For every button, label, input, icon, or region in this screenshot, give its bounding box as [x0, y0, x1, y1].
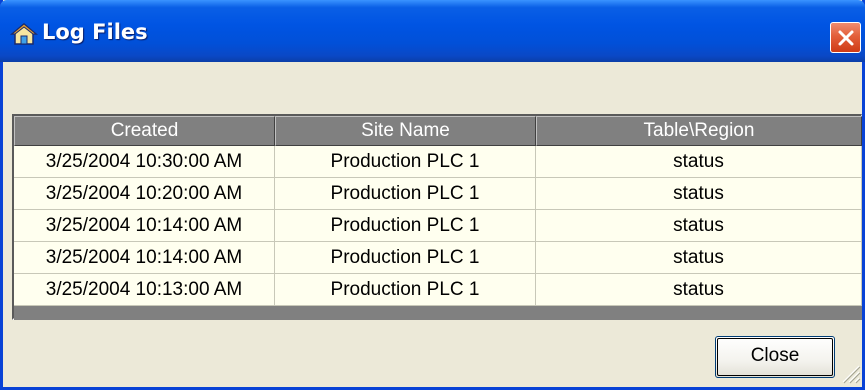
house-icon	[9, 22, 39, 46]
cell-site-name: Production PLC 1	[275, 146, 536, 178]
window-title: Log Files	[42, 20, 148, 44]
cell-created: 3/25/2004 10:14:00 AM	[14, 210, 275, 242]
grid-empty-area	[14, 306, 862, 320]
column-header-created[interactable]: Created	[14, 116, 275, 146]
table-row[interactable]: 3/25/2004 10:13:00 AM Production PLC 1 s…	[14, 274, 862, 306]
cell-table-region: status	[536, 274, 862, 306]
cell-site-name: Production PLC 1	[275, 274, 536, 306]
column-header-table-region[interactable]: Table\Region	[536, 116, 862, 146]
title-bar[interactable]: Log Files	[0, 0, 865, 62]
log-files-window: Log Files Created Site Name Table\Region…	[0, 0, 865, 390]
table-row[interactable]: 3/25/2004 10:14:00 AM Production PLC 1 s…	[14, 242, 862, 274]
table-row[interactable]: 3/25/2004 10:30:00 AM Production PLC 1 s…	[14, 146, 862, 178]
cell-site-name: Production PLC 1	[275, 242, 536, 274]
cell-created: 3/25/2004 10:20:00 AM	[14, 178, 275, 210]
table-row[interactable]: 3/25/2004 10:14:00 AM Production PLC 1 s…	[14, 210, 862, 242]
cell-site-name: Production PLC 1	[275, 178, 536, 210]
cell-created: 3/25/2004 10:13:00 AM	[14, 274, 275, 306]
column-header-site-name[interactable]: Site Name	[275, 116, 536, 146]
cell-site-name: Production PLC 1	[275, 210, 536, 242]
cell-table-region: status	[536, 146, 862, 178]
cell-table-region: status	[536, 178, 862, 210]
toolbar-area	[3, 62, 862, 112]
cell-table-region: status	[536, 242, 862, 274]
cell-created: 3/25/2004 10:30:00 AM	[14, 146, 275, 178]
cell-created: 3/25/2004 10:14:00 AM	[14, 242, 275, 274]
close-button[interactable]: Close	[715, 336, 835, 378]
resize-grip-icon[interactable]	[839, 360, 861, 384]
grid-header: Created Site Name Table\Region	[14, 116, 862, 146]
table-row[interactable]: 3/25/2004 10:20:00 AM Production PLC 1 s…	[14, 178, 862, 210]
log-files-grid[interactable]: Created Site Name Table\Region 3/25/2004…	[12, 114, 862, 320]
close-icon[interactable]	[830, 22, 861, 53]
cell-table-region: status	[536, 210, 862, 242]
